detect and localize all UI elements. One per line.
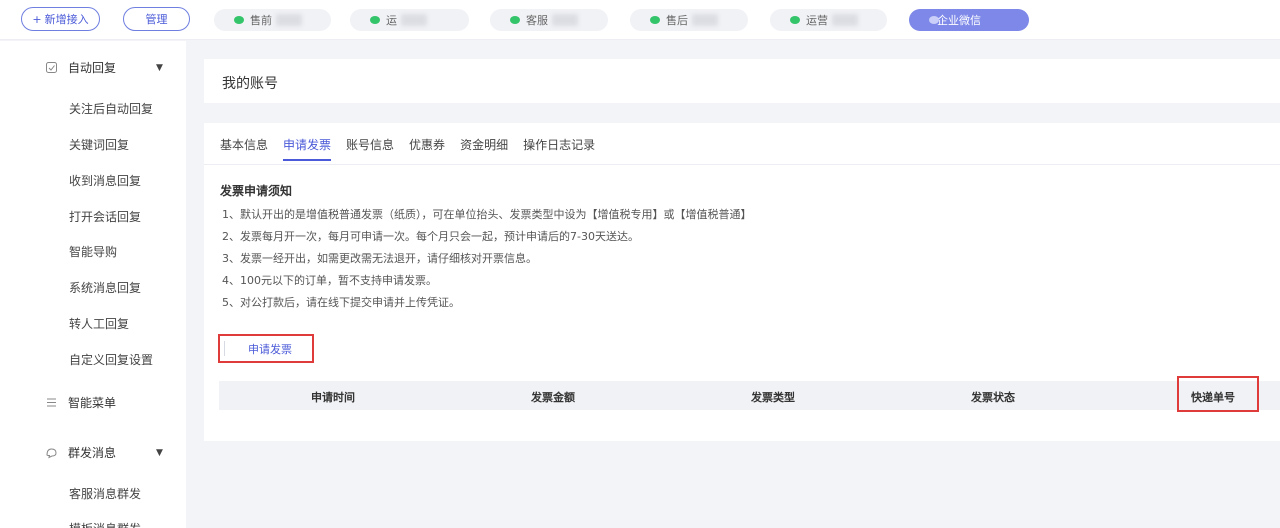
notice-rule: 1、默认开出的是增值税普通发票（纸质），可在单位抬头、发票类型中设为【增值税专用… [222,208,752,221]
content-panel: 基本信息 申请发票 账号信息 优惠券 资金明细 操作日志记录 发票申请须知 1、… [204,123,1280,441]
sidebar-group-broadcast[interactable]: 群发消息 [44,444,116,461]
plus-icon: + [32,12,42,26]
notice-rule: 5、对公打款后，请在线下提交申请并上传凭证。 [222,296,460,309]
redacted-text [401,14,427,26]
add-access-label: 新增接入 [44,13,89,26]
sidebar-item-system-reply[interactable]: 系统消息回复 [69,279,141,296]
sidebar-item-smart-guide[interactable]: 智能导购 [69,243,117,260]
invoice-table-header: 申请时间 发票金额 发票类型 发票状态 快递单号 [219,376,1280,412]
sidebar-item-transfer-reply[interactable]: 转人工回复 [69,315,129,332]
caret-down-icon[interactable]: ▼ [156,448,163,458]
wechat-icon [650,16,660,24]
sidebar-group-auto-reply[interactable]: 自动回复 [44,59,116,76]
sidebar-item-session-reply[interactable]: 打开会话回复 [69,208,141,225]
broadcast-icon [44,446,58,460]
tab-fund-details[interactable]: 资金明细 [460,136,508,161]
reply-icon [44,61,58,75]
column-invoice-status[interactable]: 发票状态 [971,389,1015,405]
tab-divider [204,164,1280,165]
manage-button[interactable]: 管理 [123,7,190,31]
account-name: 运营 [806,14,828,27]
tab-basic-info[interactable]: 基本信息 [220,136,268,161]
wechat-work-icon [929,16,939,24]
redacted-text [692,14,718,26]
tab-account-info[interactable]: 账号信息 [346,136,394,161]
account-tab-3[interactable]: 客服 [490,9,608,31]
sidebar-item-keyword-reply[interactable]: 关键词回复 [69,136,129,153]
notice-rule: 2、发票每月开一次，每月可申请一次。每个月只会一起，预计申请后的7-30天送达。 [222,230,639,243]
tab-apply-invoice[interactable]: 申请发票 [283,136,332,161]
wechat-icon [510,16,520,24]
sidebar-group-label: 智能菜单 [68,396,117,410]
account-name: 售前 [250,14,272,27]
apply-invoice-button[interactable]: 申请发票 [218,334,314,363]
menu-icon [44,396,58,410]
top-bar: + 新增接入 管理 售前 运 客服 售后 运营 企业微信 [0,0,1280,40]
sidebar-item-message-reply[interactable]: 收到消息回复 [69,172,141,189]
notice-rule: 4、100元以下的订单，暂不支持申请发票。 [222,274,437,287]
redacted-text [552,14,578,26]
page-title: 我的账号 [222,76,278,92]
account-name: 运 [386,14,397,27]
tracking-number-highlight [1177,376,1259,412]
column-apply-time[interactable]: 申请时间 [311,389,355,405]
tab-operation-log[interactable]: 操作日志记录 [523,136,595,161]
column-invoice-type[interactable]: 发票类型 [751,389,795,405]
wechat-icon [234,16,244,24]
sidebar-item-follow-reply[interactable]: 关注后自动回复 [69,100,153,117]
sidebar: 自动回复 ▼ 关注后自动回复 关键词回复 收到消息回复 打开会话回复 智能导购 … [0,41,186,528]
tab-bar: 基本信息 申请发票 账号信息 优惠券 资金明细 操作日志记录 [220,136,610,161]
account-name: 售后 [666,14,688,27]
wechat-icon [790,16,800,24]
caret-down-icon[interactable]: ▼ [156,63,163,73]
account-tab-6[interactable]: 企业微信 [909,9,1029,31]
wechat-icon [370,16,380,24]
column-invoice-amount[interactable]: 发票金额 [531,389,575,405]
tab-coupons[interactable]: 优惠券 [409,136,445,161]
redacted-text [832,14,858,26]
sidebar-group-smart-menu[interactable]: 智能菜单 [44,394,116,411]
sidebar-item-custom-reply[interactable]: 自定义回复设置 [69,351,153,368]
add-access-button[interactable]: + 新增接入 [21,7,100,31]
redacted-text [276,14,302,26]
sidebar-group-label: 群发消息 [68,446,117,460]
account-tab-1[interactable]: 售前 [214,9,331,31]
notice-rule: 3、发票一经开出，如需更改需无法退开，请仔细核对开票信息。 [222,252,537,265]
account-tab-5[interactable]: 运营 [770,9,887,31]
page-header: 我的账号 [204,59,1280,103]
sidebar-item-service-broadcast[interactable]: 客服消息群发 [69,485,141,502]
account-tab-4[interactable]: 售后 [630,9,748,31]
sidebar-group-label: 自动回复 [68,61,117,75]
sidebar-item-template-broadcast[interactable]: 模板消息群发 [69,520,141,528]
account-tab-2[interactable]: 运 [350,9,469,31]
account-name: 企业微信 [937,14,981,27]
notice-title: 发票申请须知 [220,184,293,198]
account-name: 客服 [526,14,548,27]
